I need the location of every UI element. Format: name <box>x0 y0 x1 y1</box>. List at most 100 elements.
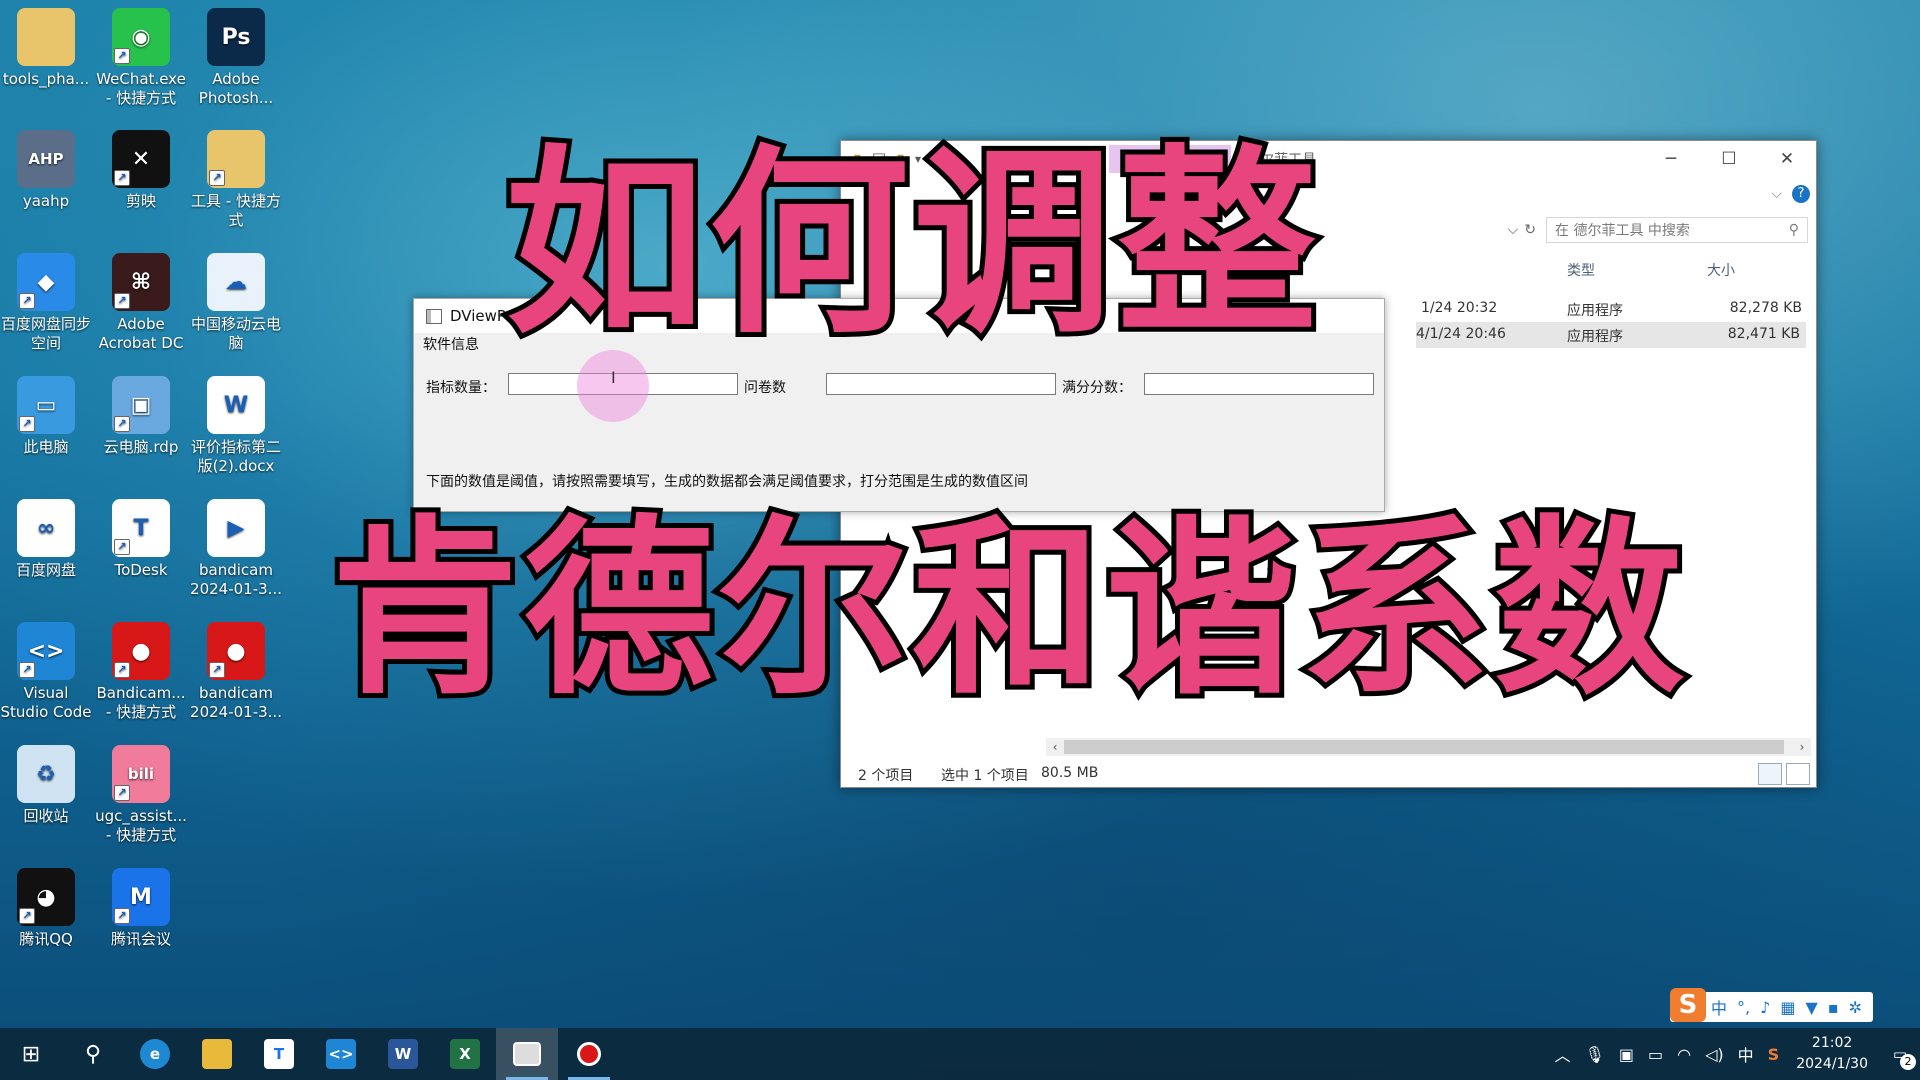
keyboard-icon[interactable]: ▦ <box>1780 998 1795 1017</box>
clock[interactable]: 21:02 2024/1/30 <box>1796 1033 1868 1075</box>
large-icons-view-icon[interactable] <box>1786 763 1810 785</box>
search-icon: ⚲ <box>1788 222 1799 238</box>
bandicam-settings-icon: ● ↗ <box>207 622 265 680</box>
display-icon[interactable]: ▣ <box>1619 1045 1634 1064</box>
desktop-icon-label: tools_pha... <box>2 70 90 88</box>
scroll-thumb[interactable] <box>1064 740 1784 754</box>
item-count: 2 个项目 <box>858 768 914 784</box>
desktop-icon[interactable]: ⌘ ↗ Adobe Acrobat DC <box>95 253 187 353</box>
ime-settings-icon[interactable]: ✲ <box>1849 998 1862 1017</box>
desktop-icon[interactable]: T ↗ ToDesk <box>95 499 187 580</box>
help-icon[interactable]: ? <box>1792 185 1810 203</box>
volume-icon[interactable]: ◁) <box>1705 1045 1724 1064</box>
microphone-icon[interactable]: ♪ <box>1760 998 1770 1017</box>
bandicam-icon: ● ↗ <box>112 622 170 680</box>
taskbar-word[interactable]: W <box>372 1028 434 1080</box>
search-box[interactable]: 在 德尔菲工具 中搜索 ⚲ <box>1546 217 1808 243</box>
taskbar-search-button[interactable]: ⚲ <box>62 1028 124 1080</box>
network-icon[interactable]: ◠ <box>1677 1045 1691 1064</box>
taskbar: ⊞ ⚲ e T <> W X ︿ 🎙 ▣ ▭ ◠ ◁) 中 S 21:02 20… <box>0 1028 1920 1080</box>
view-buttons <box>1758 763 1810 785</box>
sogou-icon[interactable]: S <box>1670 988 1706 1022</box>
skin-icon[interactable]: ▼ <box>1805 998 1817 1017</box>
battery-icon[interactable]: ▭ <box>1648 1045 1663 1064</box>
shortcut-arrow-icon: ↗ <box>114 170 130 186</box>
caption-line-2: 肯德尔和谐系数 <box>325 499 1689 720</box>
desktop-icon[interactable]: ● ↗ Bandicam... - 快捷方式 <box>95 622 187 722</box>
input-language[interactable]: 中 <box>1738 1042 1754 1066</box>
questionnaire-count-input[interactable] <box>826 373 1056 395</box>
shortcut-arrow-icon: ↗ <box>209 170 225 186</box>
folder-icon <box>17 8 75 66</box>
desktop-icon[interactable]: Ps Adobe Photosh... <box>190 8 282 108</box>
scroll-left-icon[interactable]: ‹ <box>1046 738 1064 756</box>
file-row-selected[interactable]: 4/1/24 20:46 应用程序 82,471 KB <box>1416 322 1806 348</box>
desktop-icon[interactable]: ∞ 百度网盘 <box>0 499 92 580</box>
desktop-icon[interactable]: <> ↗ Visual Studio Code <box>0 622 92 722</box>
desktop-icon[interactable]: tools_pha... <box>0 8 92 89</box>
desktop-icon[interactable]: ▶ bandicam 2024-01-3... <box>190 499 282 599</box>
desktop-icon-label: bandicam 2024-01-3... <box>190 684 282 721</box>
address-dropdown-icon[interactable]: ⌵ <box>1508 222 1519 238</box>
toolbox-icon[interactable]: ▪ <box>1828 998 1839 1017</box>
desktop-icon[interactable]: ☁ 中国移动云电脑 <box>190 253 282 353</box>
desktop-icon-label: 中国移动云电脑 <box>190 315 281 352</box>
desktop-icon[interactable]: ▭ ↗ 此电脑 <box>0 376 92 457</box>
desktop-icon[interactable]: bili ↗ ugc_assist... - 快捷方式 <box>95 745 187 845</box>
ime-mode[interactable]: 中 <box>1711 995 1727 1019</box>
column-size[interactable]: 大小 <box>1707 260 1735 280</box>
desktop-icon[interactable]: ◆ ↗ 百度网盘同步空间 <box>0 253 92 353</box>
desktop-icon[interactable]: ✕ ↗ 剪映 <box>95 130 187 211</box>
full-score-label: 满分分数： <box>1062 380 1132 396</box>
ribbon-expand-icon[interactable]: ⌵ <box>1771 186 1782 202</box>
desktop-icon[interactable]: AHP yaahp <box>0 130 92 211</box>
horizontal-scrollbar[interactable]: ‹ › <box>1046 738 1811 756</box>
minimize-icon[interactable]: ─ <box>1642 141 1700 177</box>
desktop-icon[interactable]: ↗ 工具 - 快捷方式 <box>190 130 282 230</box>
search-placeholder: 在 德尔菲工具 中搜索 <box>1555 223 1690 239</box>
baidu-netdisk-icon: ∞ <box>17 499 75 557</box>
taskbar-file-explorer[interactable] <box>186 1028 248 1080</box>
acrobat-icon: ⌘ ↗ <box>112 253 170 311</box>
maximize-icon[interactable]: ☐ <box>1700 141 1758 177</box>
desktop-icon[interactable]: ▣ ↗ 云电脑.rdp <box>95 376 187 457</box>
desktop-icon-label: Visual Studio Code <box>0 684 92 721</box>
punctuation-icon[interactable]: °, <box>1737 998 1750 1017</box>
shortcut-arrow-icon: ↗ <box>209 662 225 678</box>
desktop-icon[interactable]: ◉ ↗ WeChat.exe - 快捷方式 <box>95 8 187 108</box>
scroll-right-icon[interactable]: › <box>1793 738 1811 756</box>
desktop-icon-label: 剪映 <box>125 192 156 210</box>
desktop-icon[interactable]: M ↗ 腾讯会议 <box>95 868 187 949</box>
desktop-icon[interactable]: ◕ ↗ 腾讯QQ <box>0 868 92 949</box>
desktop-icon[interactable]: ♻ 回收站 <box>0 745 92 826</box>
shortcut-arrow-icon: ↗ <box>19 293 35 309</box>
close-icon[interactable]: ✕ <box>1758 141 1816 177</box>
taskbar-todesk[interactable]: T <box>248 1028 310 1080</box>
app-window-icon <box>426 308 442 324</box>
full-score-input[interactable] <box>1144 373 1374 395</box>
start-button[interactable]: ⊞ <box>0 1028 62 1080</box>
taskbar-edge[interactable]: e <box>124 1028 186 1080</box>
rdp-icon: ▣ ↗ <box>112 376 170 434</box>
desktop-icon[interactable]: W 评价指标第二版(2).docx <box>190 376 282 476</box>
sogou-tray-icon[interactable]: S <box>1768 1045 1780 1064</box>
desktop-icon[interactable]: ● ↗ bandicam 2024-01-3... <box>190 622 282 722</box>
refresh-icon[interactable]: ↻ <box>1524 222 1536 238</box>
baidu-sync-icon: ◆ ↗ <box>17 253 75 311</box>
notification-center[interactable]: ▭ 2 <box>1880 1028 1920 1080</box>
taskbar-excel[interactable]: X <box>434 1028 496 1080</box>
show-hidden-icons-icon[interactable]: ︿ <box>1555 1042 1571 1066</box>
ime-toolbar[interactable]: S 中 °, ♪ ▦ ▼ ▪ ✲ <box>1670 988 1874 1022</box>
taskbar-dviewpro[interactable] <box>496 1028 558 1080</box>
capcut-icon: ✕ ↗ <box>112 130 170 188</box>
details-view-icon[interactable] <box>1758 763 1782 785</box>
desktop-icon-label: Adobe Photosh... <box>198 70 274 107</box>
taskbar-bandicam[interactable] <box>558 1028 620 1080</box>
microphone-icon[interactable]: 🎙 <box>1585 1045 1605 1064</box>
shortcut-arrow-icon: ↗ <box>19 416 35 432</box>
system-tray: ︿ 🎙 ▣ ▭ ◠ ◁) 中 S 21:02 2024/1/30 ▭ 2 <box>1548 1028 1920 1080</box>
taskbar-vscode[interactable]: <> <box>310 1028 372 1080</box>
column-type[interactable]: 类型 <box>1567 260 1595 280</box>
file-date: 1/24 20:32 <box>1421 300 1498 316</box>
file-explorer-icon <box>202 1039 232 1069</box>
